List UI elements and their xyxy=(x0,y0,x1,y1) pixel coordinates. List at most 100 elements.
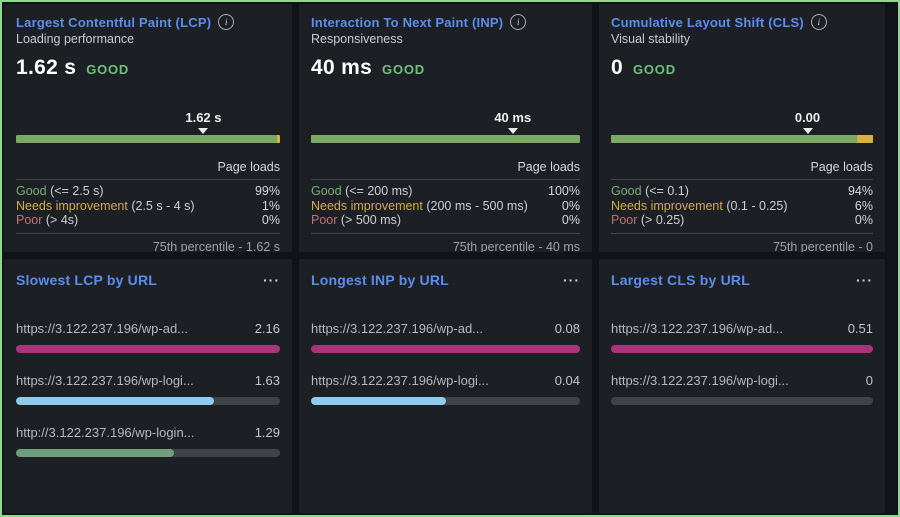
lcp-url-rows: https://3.122.237.196/wp-ad... 2.16 http… xyxy=(16,321,280,457)
lcp-dist-label-ni: Needs improvement xyxy=(16,199,128,213)
lcp-page-loads-header: Page loads xyxy=(16,160,280,180)
inp-dist-label-good: Good xyxy=(311,184,342,198)
url-value: 1.29 xyxy=(255,425,280,440)
url-bar-track xyxy=(311,345,580,353)
lcp-dist-value-good: 99% xyxy=(255,184,280,199)
inp-marker-arrow-icon xyxy=(508,128,518,134)
url-label: http://3.122.237.196/wp-login... xyxy=(16,425,195,440)
url-row: https://3.122.237.196/wp-logi... 0 xyxy=(611,373,873,405)
url-bar-fill xyxy=(16,397,214,405)
lcp-value: 1.62 s xyxy=(16,56,76,80)
url-value: 0.08 xyxy=(555,321,580,336)
lcp-dist-range-poor: (> 4s) xyxy=(46,213,78,227)
url-bar-track xyxy=(611,397,873,405)
inp-gauge-marker: 40 ms xyxy=(311,105,580,135)
inp-distribution-table: Page loads Good (<= 200 ms) 100% Needs i… xyxy=(311,160,580,252)
url-row: https://3.122.237.196/wp-ad... 0.08 xyxy=(311,321,580,353)
cls-url-rows: https://3.122.237.196/wp-ad... 0.51 http… xyxy=(611,321,873,405)
lcp-dist-row-poor: Poor (> 4s) 0% xyxy=(16,213,280,228)
cls-value-row: 0 GOOD xyxy=(611,56,873,80)
inp-list-header: Longest INP by URL ··· xyxy=(311,272,580,288)
panel-menu-icon[interactable]: ··· xyxy=(563,275,580,285)
cls-metric-panel: Cumulative Layout Shift (CLS) i Visual s… xyxy=(599,4,885,252)
inp-dist-value-ni: 0% xyxy=(562,199,580,214)
lcp-dist-label-good: Good xyxy=(16,184,47,198)
inp-dist-label-ni-wrap: Needs improvement (200 ms - 500 ms) xyxy=(311,199,528,214)
info-icon[interactable]: i xyxy=(811,14,827,30)
url-label: https://3.122.237.196/wp-logi... xyxy=(311,373,489,388)
inp-dist-range-poor: (> 500 ms) xyxy=(341,213,401,227)
cls-distribution-table: Page loads Good (<= 0.1) 94% Needs impro… xyxy=(611,160,873,252)
inp-dist-range-good: (<= 200 ms) xyxy=(345,184,412,198)
lcp-status-badge: GOOD xyxy=(86,62,129,77)
inp-dist-rows: Good (<= 200 ms) 100% Needs improvement … xyxy=(311,180,580,233)
info-icon[interactable]: i xyxy=(510,14,526,30)
info-icon[interactable]: i xyxy=(218,14,234,30)
cls-dist-label-good-wrap: Good (<= 0.1) xyxy=(611,184,689,199)
cls-dist-label-good: Good xyxy=(611,184,642,198)
cls-percentile-footer: 75th percentile - 0 xyxy=(611,233,873,253)
inp-dist-range-ni: (200 ms - 500 ms) xyxy=(426,199,527,213)
cls-subtitle: Visual stability xyxy=(611,32,873,46)
url-value: 0.04 xyxy=(555,373,580,388)
cls-distribution-gauge xyxy=(611,135,873,143)
lcp-distribution-gauge xyxy=(16,135,280,143)
lcp-dist-value-poor: 0% xyxy=(262,213,280,228)
lcp-value-row: 1.62 s GOOD xyxy=(16,56,280,80)
inp-dist-label-good-wrap: Good (<= 200 ms) xyxy=(311,184,412,199)
inp-url-list-panel: Longest INP by URL ··· https://3.122.237… xyxy=(299,259,592,513)
cls-list-title[interactable]: Largest CLS by URL xyxy=(611,272,750,288)
inp-dist-value-good: 100% xyxy=(548,184,580,199)
cls-dist-label-ni: Needs improvement xyxy=(611,199,723,213)
lcp-dist-rows: Good (<= 2.5 s) 99% Needs improvement (2… xyxy=(16,180,280,233)
url-row-top: https://3.122.237.196/wp-logi... 0 xyxy=(611,373,873,388)
inp-metric-panel: Interaction To Next Paint (INP) i Respon… xyxy=(299,4,592,252)
inp-list-title[interactable]: Longest INP by URL xyxy=(311,272,449,288)
panel-menu-icon[interactable]: ··· xyxy=(856,275,873,285)
lcp-dist-label-poor-wrap: Poor (> 4s) xyxy=(16,213,78,228)
lcp-dist-row-ni: Needs improvement (2.5 s - 4 s) 1% xyxy=(16,199,280,214)
lcp-list-title[interactable]: Slowest LCP by URL xyxy=(16,272,157,288)
inp-dist-label-poor: Poor xyxy=(311,213,337,227)
inp-url-rows: https://3.122.237.196/wp-ad... 0.08 http… xyxy=(311,321,580,405)
inp-marker-label: 40 ms xyxy=(494,110,531,125)
cls-dist-label-poor-wrap: Poor (> 0.25) xyxy=(611,213,684,228)
lcp-list-header: Slowest LCP by URL ··· xyxy=(16,272,280,288)
url-label: https://3.122.237.196/wp-logi... xyxy=(611,373,789,388)
url-row: https://3.122.237.196/wp-ad... 0.51 xyxy=(611,321,873,353)
cls-dist-label-ni-wrap: Needs improvement (0.1 - 0.25) xyxy=(611,199,787,214)
cls-page-loads-header: Page loads xyxy=(611,160,873,180)
cls-title-row: Cumulative Layout Shift (CLS) i xyxy=(611,14,873,30)
lcp-percentile-footer: 75th percentile - 1.62 s xyxy=(16,233,280,253)
lcp-panel-title: Largest Contentful Paint (LCP) xyxy=(16,15,211,30)
inp-dist-value-poor: 0% xyxy=(562,213,580,228)
cls-dist-range-good: (<= 0.1) xyxy=(645,184,689,198)
cls-gauge-good-segment xyxy=(611,135,857,143)
lcp-gauge-marker: 1.62 s xyxy=(16,105,280,135)
url-bar-fill xyxy=(311,397,446,405)
url-row: https://3.122.237.196/wp-logi... 1.63 xyxy=(16,373,280,405)
lcp-dist-label-good-wrap: Good (<= 2.5 s) xyxy=(16,184,104,199)
cls-gauge-marker: 0.00 xyxy=(611,105,873,135)
inp-percentile-footer: 75th percentile - 40 ms xyxy=(311,233,580,253)
cls-panel-title: Cumulative Layout Shift (CLS) xyxy=(611,15,804,30)
cls-dist-row-ni: Needs improvement (0.1 - 0.25) 6% xyxy=(611,199,873,214)
lcp-dist-label-ni-wrap: Needs improvement (2.5 s - 4 s) xyxy=(16,199,195,214)
panel-menu-icon[interactable]: ··· xyxy=(263,275,280,285)
cls-dist-label-poor: Poor xyxy=(611,213,637,227)
lcp-dist-range-ni: (2.5 s - 4 s) xyxy=(131,199,194,213)
inp-subtitle: Responsiveness xyxy=(311,32,580,46)
cls-status-badge: GOOD xyxy=(633,62,676,77)
cls-url-list-panel: Largest CLS by URL ··· https://3.122.237… xyxy=(599,259,885,513)
lcp-distribution-table: Page loads Good (<= 2.5 s) 99% Needs imp… xyxy=(16,160,280,252)
url-bar-track xyxy=(16,345,280,353)
inp-panel-title: Interaction To Next Paint (INP) xyxy=(311,15,503,30)
cls-marker-arrow-icon xyxy=(803,128,813,134)
url-row-top: http://3.122.237.196/wp-login... 1.29 xyxy=(16,425,280,440)
url-row-top: https://3.122.237.196/wp-ad... 0.08 xyxy=(311,321,580,336)
url-bar-track xyxy=(16,397,280,405)
url-bar-fill xyxy=(611,345,873,353)
inp-dist-row-poor: Poor (> 500 ms) 0% xyxy=(311,213,580,228)
cls-dist-value-poor: 0% xyxy=(855,213,873,228)
url-bar-track xyxy=(611,345,873,353)
